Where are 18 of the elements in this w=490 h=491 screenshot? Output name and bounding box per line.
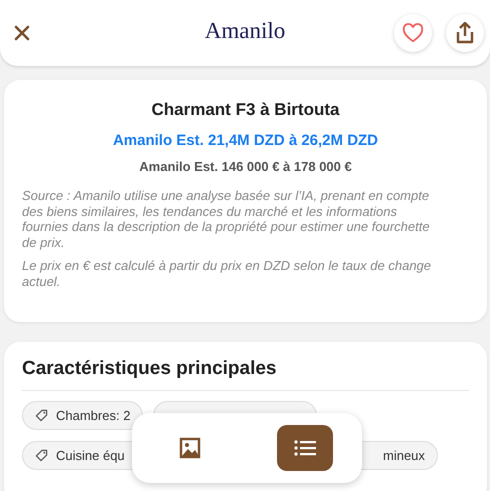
listing-title: Charmant F3 à Birtouta xyxy=(150,100,340,120)
image-icon xyxy=(178,437,200,459)
section-title: Caractéristiques principales xyxy=(22,358,278,380)
feature-tag: Chambres: 2 xyxy=(22,401,144,430)
list-tab[interactable] xyxy=(276,425,332,471)
logo: Amanilo xyxy=(204,18,286,44)
tag-icon xyxy=(35,449,48,462)
close-icon xyxy=(14,25,30,41)
tag-icon xyxy=(35,409,48,422)
note-text: Source : Amanilo utilise une analyse basée sur l’IA, prenant en compte des biens similaires, les tendances du marché et les informations fournies dans la description de la propriété pour estimer une fourchette de prix. xyxy=(22,188,431,250)
note-text: Le prix en € est calculé à partir du prix en DZD selon le taux de change actuel. xyxy=(22,258,432,289)
heart-icon xyxy=(402,23,424,43)
share-icon xyxy=(455,22,475,44)
share-button[interactable] xyxy=(446,14,484,52)
price-estimate: Amanilo Est. 21,4M DZD à 26,2M DZD xyxy=(112,132,380,149)
list-icon xyxy=(294,439,316,457)
price-estimate: Amanilo Est. 146 000 € à 178 000 € xyxy=(138,159,353,174)
favorite-button[interactable] xyxy=(394,14,432,52)
